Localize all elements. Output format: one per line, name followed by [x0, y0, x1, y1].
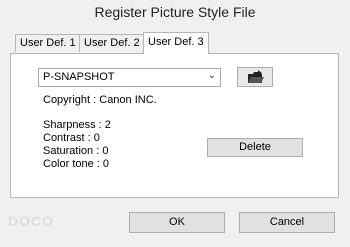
ok-button[interactable]: OK [129, 212, 225, 233]
watermark-text: DOCO [8, 213, 54, 229]
delete-button[interactable]: Delete [207, 138, 303, 157]
cancel-button[interactable]: Cancel [239, 212, 335, 233]
tab-user-def-3[interactable]: User Def. 3 [143, 32, 209, 54]
folder-open-icon [248, 70, 264, 83]
saturation-value: Saturation : 0 [43, 145, 109, 157]
contrast-value: Contrast : 0 [43, 132, 100, 144]
open-file-button[interactable] [237, 67, 273, 87]
picture-style-value: P-SNAPSHOT [43, 71, 115, 83]
tab-user-def-2[interactable]: User Def. 2 [79, 34, 145, 52]
sharpness-value: Sharpness : 2 [43, 119, 111, 131]
window-title: Register Picture Style File [0, 0, 350, 26]
chevron-down-icon: ⌄ [207, 70, 216, 81]
color-tone-value: Color tone : 0 [43, 158, 110, 170]
tab-user-def-1[interactable]: User Def. 1 [15, 34, 81, 52]
picture-style-select[interactable]: P-SNAPSHOT ⌄ [38, 68, 221, 87]
copyright-label: Copyright : Canon INC. [43, 94, 157, 106]
tab-bar: User Def. 1 User Def. 2 User Def. 3 [0, 32, 350, 54]
